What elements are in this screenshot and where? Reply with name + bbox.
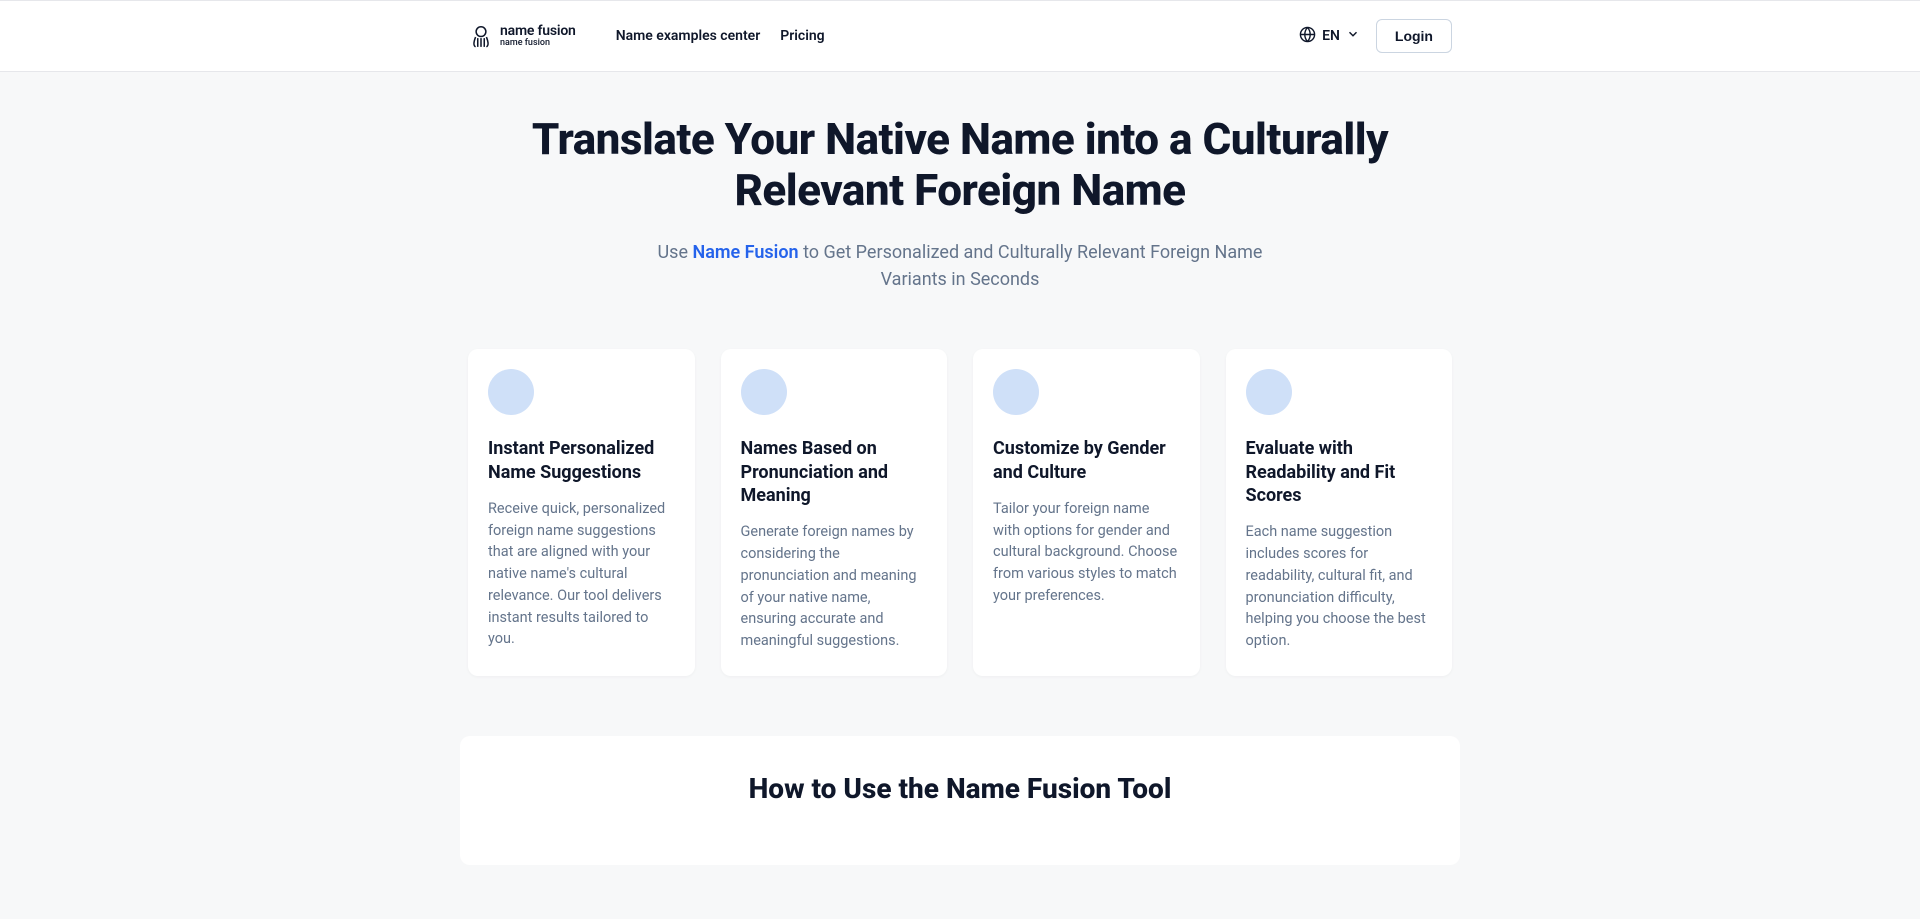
- feature-icon: [488, 369, 534, 415]
- language-selector[interactable]: EN: [1299, 26, 1360, 47]
- feature-icon: [1246, 369, 1292, 415]
- hero-sub-suffix: to Get Personalized and Culturally Relev…: [799, 242, 1263, 290]
- logo-text-primary: name fusion: [500, 24, 576, 38]
- feature-title: Evaluate with Readability and Fit Scores: [1246, 437, 1433, 507]
- feature-icon: [741, 369, 787, 415]
- feature-card: Evaluate with Readability and Fit Scores…: [1226, 349, 1453, 676]
- feature-title: Customize by Gender and Culture: [993, 437, 1180, 484]
- features-grid: Instant Personalized Name Suggestions Re…: [460, 349, 1460, 676]
- logo-text-secondary: name fusion: [500, 39, 576, 48]
- feature-title: Instant Personalized Name Suggestions: [488, 437, 675, 484]
- nav-link-pricing[interactable]: Pricing: [780, 28, 824, 44]
- brand-logo[interactable]: name fusion name fusion: [468, 23, 576, 49]
- hero-subtitle: Use Name Fusion to Get Personalized and …: [650, 239, 1270, 293]
- feature-card: Names Based on Pronunciation and Meaning…: [721, 349, 948, 676]
- primary-nav: Name examples center Pricing: [616, 28, 825, 44]
- feature-card: Instant Personalized Name Suggestions Re…: [468, 349, 695, 676]
- page-title: Translate Your Native Name into a Cultur…: [468, 114, 1452, 215]
- chevron-down-icon: [1346, 27, 1360, 45]
- globe-icon: [1299, 26, 1316, 47]
- feature-description: Receive quick, personalized foreign name…: [488, 498, 675, 650]
- feature-description: Tailor your foreign name with options fo…: [993, 498, 1180, 607]
- feature-description: Generate foreign names by considering th…: [741, 521, 928, 652]
- feature-description: Each name suggestion includes scores for…: [1246, 521, 1433, 652]
- how-to-section: How to Use the Name Fusion Tool: [460, 736, 1460, 865]
- hero-sub-brand: Name Fusion: [692, 242, 798, 263]
- feature-icon: [993, 369, 1039, 415]
- nav-link-examples[interactable]: Name examples center: [616, 28, 761, 44]
- feature-title: Names Based on Pronunciation and Meaning: [741, 437, 928, 507]
- login-button[interactable]: Login: [1376, 19, 1452, 53]
- language-label: EN: [1322, 28, 1340, 44]
- logo-icon: [468, 23, 494, 49]
- top-navigation-bar: name fusion name fusion Name examples ce…: [0, 0, 1920, 72]
- hero-section: Translate Your Native Name into a Cultur…: [460, 72, 1460, 293]
- how-to-title: How to Use the Name Fusion Tool: [480, 772, 1440, 805]
- feature-card: Customize by Gender and Culture Tailor y…: [973, 349, 1200, 676]
- hero-sub-prefix: Use: [658, 242, 693, 263]
